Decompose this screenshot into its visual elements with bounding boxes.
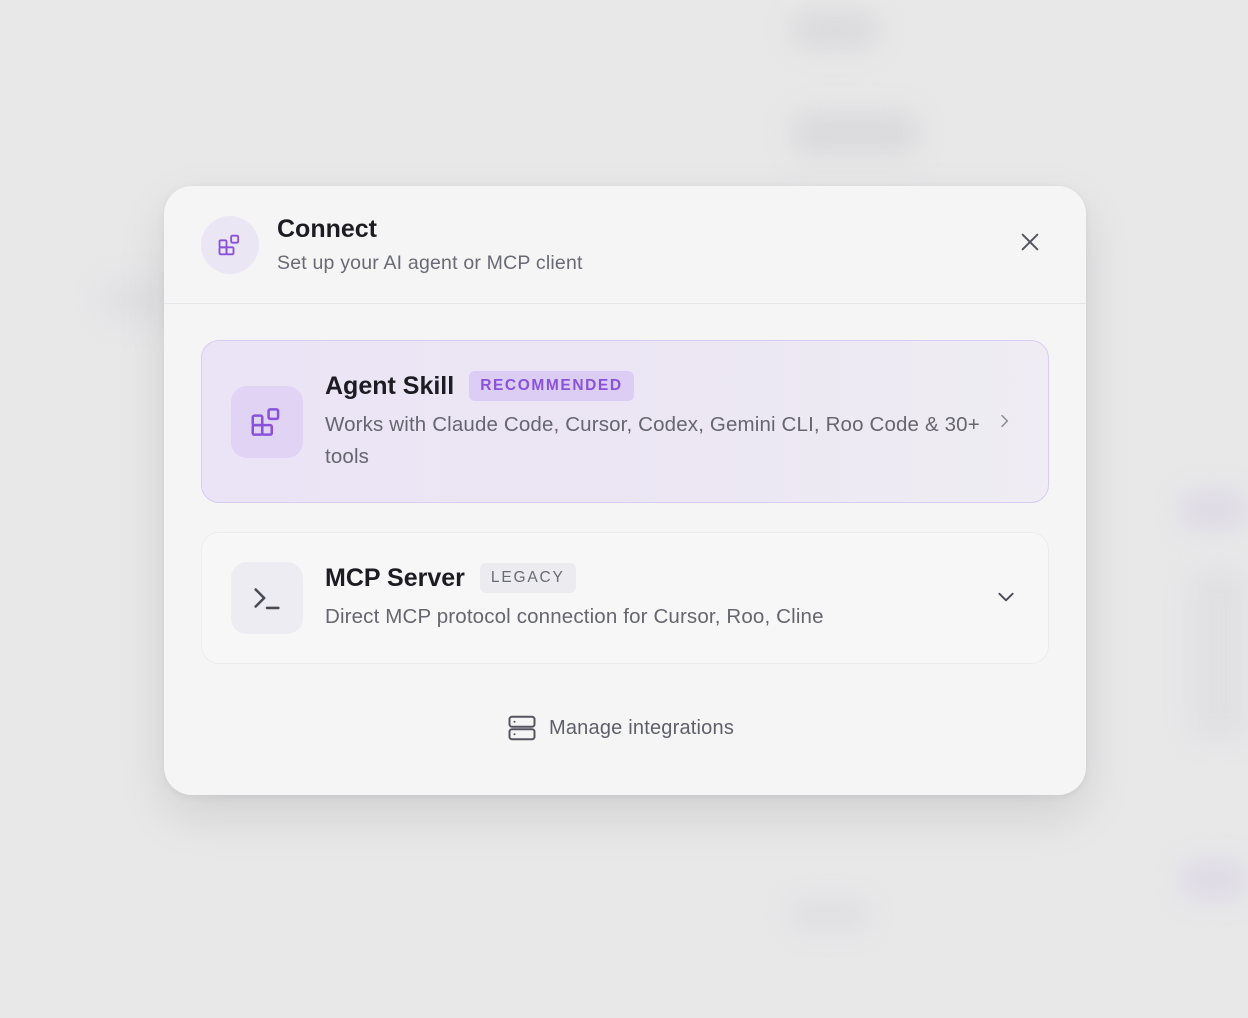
- close-button[interactable]: [1018, 230, 1042, 254]
- terminal-icon: [231, 562, 303, 634]
- chevron-down-icon[interactable]: [996, 587, 1016, 607]
- blocks-icon: [231, 386, 303, 458]
- dialog-subtitle: Set up your AI agent or MCP client: [277, 252, 583, 274]
- dialog-title: Connect: [277, 215, 377, 243]
- agent-skill-option[interactable]: Agent Skill RECOMMENDED Works with Claud…: [201, 340, 1049, 503]
- recommended-badge: RECOMMENDED: [469, 371, 634, 401]
- dialog-header: Connect Set up your AI agent or MCP clie…: [164, 186, 1086, 304]
- option-title: Agent Skill: [325, 371, 455, 400]
- close-icon: [1021, 233, 1039, 251]
- mcp-server-option[interactable]: MCP Server LEGACY Direct MCP protocol co…: [201, 532, 1049, 664]
- chevron-right-icon: [994, 411, 1014, 431]
- option-description: Works with Claude Code, Cursor, Codex, G…: [325, 413, 980, 468]
- blocks-icon: [201, 216, 259, 274]
- connect-dialog: Connect Set up your AI agent or MCP clie…: [164, 186, 1086, 795]
- manage-integrations-link[interactable]: Manage integrations: [507, 713, 734, 743]
- option-description: Direct MCP protocol connection for Curso…: [325, 605, 824, 628]
- manage-integrations-label: Manage integrations: [549, 716, 735, 739]
- server-icon: [508, 715, 536, 741]
- legacy-badge: LEGACY: [479, 563, 576, 593]
- option-title: MCP Server: [325, 563, 465, 592]
